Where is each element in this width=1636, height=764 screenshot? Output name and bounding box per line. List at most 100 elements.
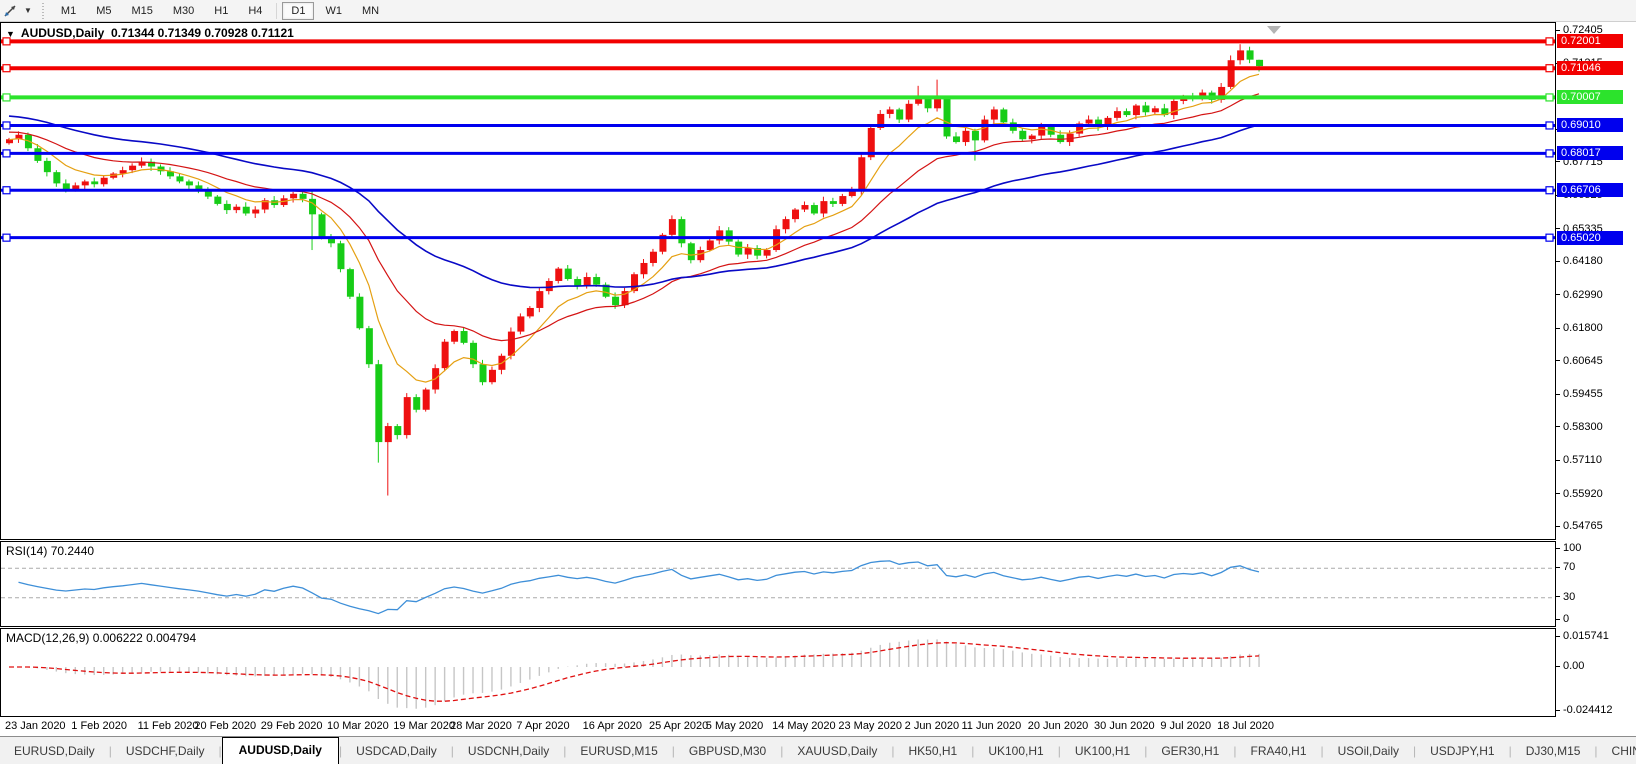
date-tick-label: 20 Jun 2020: [1028, 720, 1089, 732]
axis-tick-label: -0.024412: [1556, 704, 1613, 717]
chart-tab-bar: EURUSD,Daily|USDCHF,Daily|AUDUSD,Daily|U…: [0, 736, 1636, 764]
cursor-tool-dropdown-icon[interactable]: ▼: [20, 6, 36, 15]
moving-average-line: [9, 94, 1259, 341]
rsi-label: RSI(14) 70.2440: [6, 544, 94, 558]
timeframe-buttons: M1M5M15M30H1H4 D1W1MN: [51, 2, 389, 20]
toolbar-grip[interactable]: [41, 3, 46, 19]
axis-tick-label: 70: [1556, 561, 1575, 574]
axis-tick-label: 0.54765: [1556, 520, 1603, 533]
indicator-collapse-icon[interactable]: ▼: [6, 29, 15, 39]
timeframe-button-M15[interactable]: M15: [122, 2, 161, 20]
axis-tick-label: 0.58300: [1556, 421, 1603, 434]
chart-tab-EURUSD-M15[interactable]: EURUSD,M15: [566, 739, 671, 764]
price-level-line[interactable]: [1, 122, 1555, 129]
timeframe-button-H4[interactable]: H4: [239, 2, 271, 20]
price-level-line[interactable]: [1, 150, 1555, 157]
timeframe-button-H1[interactable]: H1: [205, 2, 237, 20]
rsi-plot[interactable]: RSI(14) 70.2440: [0, 541, 1556, 627]
date-tick-label: 1 Feb 2020: [71, 720, 127, 732]
date-tick-label: 30 Jun 2020: [1094, 720, 1155, 732]
chart-tab-CHINA300-H4[interactable]: CHINA300,H4: [1598, 739, 1636, 764]
date-tick-label: 18 Jul 2020: [1217, 720, 1274, 732]
moving-average-line: [9, 74, 1259, 382]
chart-tab-USDCAD-Daily[interactable]: USDCAD,Daily: [342, 739, 451, 764]
axis-tick-label: 0.64180: [1556, 255, 1603, 268]
date-axis[interactable]: 23 Jan 2020 1 Feb 2020 11 Feb 202020 Feb 2…: [0, 717, 1636, 736]
date-tick-label: 7 Apr 2020: [516, 720, 569, 732]
date-tick-label: 9 Jul 2020: [1160, 720, 1211, 732]
timeframe-button-M1[interactable]: M1: [52, 2, 85, 20]
macd-plot[interactable]: MACD(12,26,9) 0.006222 0.004794: [0, 628, 1556, 717]
timeframe-button-W1[interactable]: W1: [316, 2, 351, 20]
price-pane-row: ▼ AUDUSD,Daily 0.71344 0.71349 0.70928 0.…: [0, 22, 1636, 540]
chart-tab-EURUSD-Daily[interactable]: EURUSD,Daily: [0, 739, 109, 764]
axis-tick-label: 0.55920: [1556, 488, 1603, 501]
date-tick-label: 29 Feb 2020: [261, 720, 323, 732]
date-tick-label: 11 Jun 2020: [961, 720, 1021, 732]
price-level-line[interactable]: [1, 187, 1555, 194]
macd-axis[interactable]: 0.0157410.00-0.024412: [1556, 628, 1636, 717]
axis-tick-label: 100: [1556, 542, 1581, 555]
date-tick-label: 5 May 2020: [706, 720, 763, 732]
chart-tab-USDJPY-H1[interactable]: USDJPY,H1: [1416, 739, 1508, 764]
axis-tick-label: 0.57110: [1556, 454, 1602, 467]
date-tick-label: 28 Mar 2020: [450, 720, 512, 732]
axis-tick-label: 0.62990: [1556, 289, 1603, 302]
axis-tick-label: 30: [1556, 591, 1575, 604]
top-toolbar: ▼ M1M5M15M30H1H4 D1W1MN: [0, 0, 1636, 22]
axis-tick-label: 0.60645: [1556, 355, 1603, 368]
chart-tab-HK50-H1[interactable]: HK50,H1: [895, 739, 972, 764]
chart-tab-UK100-H1[interactable]: UK100,H1: [1061, 739, 1144, 764]
axis-tick-label: 0.015741: [1556, 630, 1609, 643]
chart-shift-marker-icon: [1267, 26, 1281, 34]
toolbar-separator: [276, 3, 277, 19]
chart-tab-UK100-H1[interactable]: UK100,H1: [974, 739, 1057, 764]
date-tick-label: 25 Apr 2020: [649, 720, 708, 732]
price-axis[interactable]: 0.724050.712150.688700.677150.665250.653…: [1556, 22, 1636, 540]
candles: [6, 44, 1263, 495]
date-tick-label: 16 Apr 2020: [583, 720, 642, 732]
price-level-badge: 0.70007: [1557, 90, 1623, 104]
axis-tick-label: 0.59455: [1556, 388, 1603, 401]
price-level-badge: 0.65020: [1557, 231, 1623, 245]
date-tick-label: 23 May 2020: [838, 720, 902, 732]
rsi-line: [19, 561, 1260, 614]
price-level-badge: 0.69010: [1557, 118, 1623, 132]
cursor-tool-icon[interactable]: [0, 2, 20, 20]
chart-symbol-label: AUDUSD,Daily: [21, 26, 104, 40]
macd-histogram: [9, 639, 1259, 708]
chart-tab-USDCNH-Daily[interactable]: USDCNH,Daily: [454, 739, 563, 764]
timeframe-button-MN[interactable]: MN: [353, 2, 388, 20]
chart-tab-DJ30-M15[interactable]: DJ30,M15: [1512, 739, 1595, 764]
chart-tab-FRA40-H1[interactable]: FRA40,H1: [1236, 739, 1320, 764]
chart-tab-GBPUSD-M30[interactable]: GBPUSD,M30: [675, 739, 780, 764]
price-level-badge: 0.68017: [1557, 146, 1623, 160]
price-level-badge: 0.71046: [1557, 61, 1623, 75]
price-level-line[interactable]: [1, 94, 1555, 101]
chart-tab-XAUUSD-Daily[interactable]: XAUUSD,Daily: [783, 739, 891, 764]
chart-tab-GER30-H1[interactable]: GER30,H1: [1147, 739, 1233, 764]
price-level-line[interactable]: [1, 65, 1555, 72]
date-tick-label: 19 Mar 2020: [393, 720, 455, 732]
chart-tab-AUDUSD-Daily[interactable]: AUDUSD,Daily: [222, 737, 339, 764]
price-level-badge: 0.66706: [1557, 183, 1623, 197]
rsi-axis[interactable]: 100 70 30 0: [1556, 541, 1636, 627]
chart-ohlc-values: 0.71344 0.71349 0.70928 0.71121: [111, 26, 294, 40]
date-tick-label: 11 Feb 2020: [138, 720, 199, 732]
chart-title: ▼ AUDUSD,Daily 0.71344 0.71349 0.70928 0.…: [6, 26, 294, 40]
date-tick-label: 2 Jun 2020: [905, 720, 959, 732]
chart-tab-USOil-Daily[interactable]: USOil,Daily: [1324, 739, 1413, 764]
rsi-pane-row: RSI(14) 70.2440 100 70 30 0: [0, 541, 1636, 627]
date-tick-label: 14 May 2020: [772, 720, 836, 732]
timeframe-button-M30[interactable]: M30: [164, 2, 203, 20]
date-tick-label: 23 Jan 2020: [5, 720, 66, 732]
timeframe-button-D1[interactable]: D1: [282, 2, 314, 20]
chart-tab-USDCHF-Daily[interactable]: USDCHF,Daily: [112, 739, 219, 764]
macd-pane-row: MACD(12,26,9) 0.006222 0.004794 0.015741…: [0, 628, 1636, 717]
axis-tick-label: 0: [1556, 613, 1569, 626]
price-level-badge: 0.72001: [1557, 34, 1623, 48]
axis-tick-label: 0.61800: [1556, 322, 1603, 335]
date-tick-label: 20 Feb 2020: [194, 720, 256, 732]
timeframe-button-M5[interactable]: M5: [87, 2, 120, 20]
price-chart-plot[interactable]: ▼ AUDUSD,Daily 0.71344 0.71349 0.70928 0.…: [0, 22, 1556, 540]
